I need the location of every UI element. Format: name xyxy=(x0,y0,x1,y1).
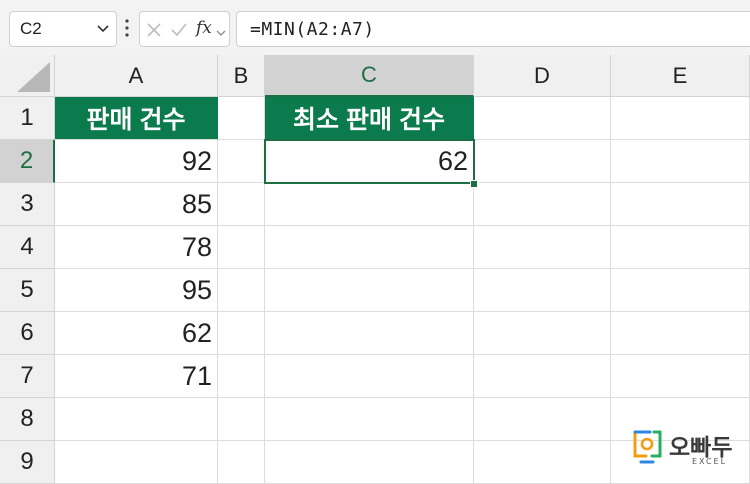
cell-d8[interactable] xyxy=(474,398,611,441)
cancel-icon[interactable] xyxy=(146,21,162,43)
cell-c3[interactable] xyxy=(265,183,474,226)
row-header-1[interactable]: 1 xyxy=(0,97,55,140)
chevron-down-icon[interactable] xyxy=(96,20,110,42)
cell-c6[interactable] xyxy=(265,312,474,355)
cell-d5[interactable] xyxy=(474,269,611,312)
enter-check-icon[interactable] xyxy=(170,21,188,43)
formula-input[interactable]: =MIN(A2:A7) xyxy=(236,11,750,47)
row-header-6[interactable]: 6 xyxy=(0,312,55,355)
cell-d6[interactable] xyxy=(474,312,611,355)
row-header-7[interactable]: 7 xyxy=(0,355,55,398)
cell-b8[interactable] xyxy=(218,398,265,441)
cell-d1[interactable] xyxy=(474,97,611,140)
insert-function-icon[interactable]: fx xyxy=(196,18,212,38)
cell-b6[interactable] xyxy=(218,312,265,355)
cell-c9[interactable] xyxy=(265,441,474,484)
cell-a8[interactable] xyxy=(55,398,218,441)
cell-c5[interactable] xyxy=(265,269,474,312)
cell-b3[interactable] xyxy=(218,183,265,226)
column-header-c[interactable]: C xyxy=(265,55,474,97)
cell-c8[interactable] xyxy=(265,398,474,441)
cell-a7[interactable]: 71 xyxy=(55,355,218,398)
cell-d3[interactable] xyxy=(474,183,611,226)
cell-c7[interactable] xyxy=(265,355,474,398)
cell-a2[interactable]: 92 xyxy=(55,140,218,183)
cell-a4[interactable]: 78 xyxy=(55,226,218,269)
cell-e2[interactable] xyxy=(611,140,750,183)
row-header-9[interactable]: 9 xyxy=(0,441,55,484)
cell-e3[interactable] xyxy=(611,183,750,226)
cell-a3[interactable]: 85 xyxy=(55,183,218,226)
chevron-down-icon[interactable] xyxy=(216,23,226,42)
cell-e6[interactable] xyxy=(611,312,750,355)
cell-d9[interactable] xyxy=(474,441,611,484)
oppadu-logo: 오빠두 EXCEL xyxy=(632,428,742,468)
row-header-4[interactable]: 4 xyxy=(0,226,55,269)
cell-c1[interactable]: 최소 판매 건수 xyxy=(265,97,474,140)
cell-a6[interactable]: 62 xyxy=(55,312,218,355)
cell-b2[interactable] xyxy=(218,140,265,183)
cell-a5[interactable]: 95 xyxy=(55,269,218,312)
cell-e1[interactable] xyxy=(611,97,750,140)
cell-b1[interactable] xyxy=(218,97,265,140)
row-header-8[interactable]: 8 xyxy=(0,398,55,441)
cell-c4[interactable] xyxy=(265,226,474,269)
cell-e7[interactable] xyxy=(611,355,750,398)
cell-e5[interactable] xyxy=(611,269,750,312)
cell-b7[interactable] xyxy=(218,355,265,398)
logo-subtext: EXCEL xyxy=(692,457,728,466)
cell-b5[interactable] xyxy=(218,269,265,312)
cell-b9[interactable] xyxy=(218,441,265,484)
formula-text: =MIN(A2:A7) xyxy=(250,19,375,40)
cell-c2[interactable]: 62 xyxy=(265,140,474,183)
more-options-icon[interactable] xyxy=(124,18,130,42)
cell-a1[interactable]: 판매 건수 xyxy=(55,97,218,140)
cell-b4[interactable] xyxy=(218,226,265,269)
oppadu-logo-icon xyxy=(633,430,662,464)
row-header-3[interactable]: 3 xyxy=(0,183,55,226)
formula-buttons: fx xyxy=(139,11,230,47)
cell-d2[interactable] xyxy=(474,140,611,183)
cell-a9[interactable] xyxy=(55,441,218,484)
row-header-2[interactable]: 2 xyxy=(0,140,55,183)
cell-e4[interactable] xyxy=(611,226,750,269)
formula-bar: C2 fx =MIN(A2:A7) xyxy=(0,0,750,60)
column-header-d[interactable]: D xyxy=(474,55,611,97)
select-all-corner[interactable] xyxy=(0,55,55,97)
column-header-b[interactable]: B xyxy=(218,55,265,97)
row-header-5[interactable]: 5 xyxy=(0,269,55,312)
cell-d7[interactable] xyxy=(474,355,611,398)
cell-d4[interactable] xyxy=(474,226,611,269)
name-box[interactable]: C2 xyxy=(9,11,117,47)
column-header-a[interactable]: A xyxy=(55,55,218,97)
fill-handle[interactable] xyxy=(470,180,478,188)
column-header-e[interactable]: E xyxy=(611,55,750,97)
name-box-value: C2 xyxy=(20,19,42,38)
